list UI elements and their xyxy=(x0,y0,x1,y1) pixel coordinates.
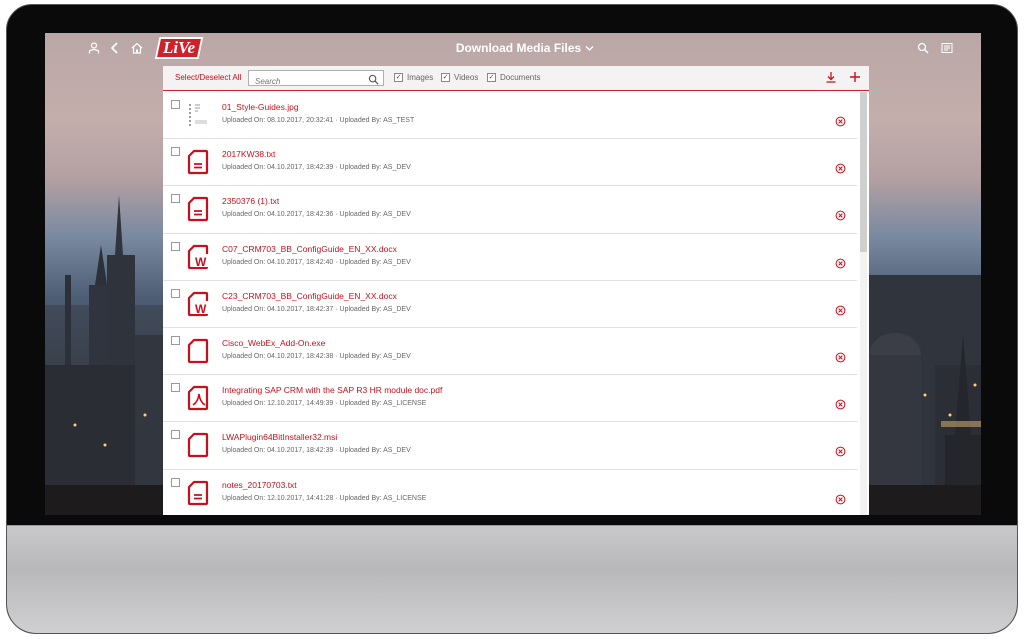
media-files-panel: Select/Deselect All ✓ Images ✓ Videos ✓ Doc… xyxy=(163,66,869,515)
filter-videos-label: Videos xyxy=(454,73,479,82)
panel-toolbar: Select/Deselect All ✓ Images ✓ Videos ✓ Doc… xyxy=(163,66,869,91)
row-checkbox[interactable] xyxy=(171,288,180,298)
delete-icon[interactable] xyxy=(835,208,847,221)
top-bar: LiVe Download Media Files xyxy=(45,33,981,65)
filter-images-label: Images xyxy=(407,73,434,82)
checkbox-documents[interactable]: ✓ xyxy=(487,73,496,82)
file-name[interactable]: Cisco_WebEx_Add-On.exe xyxy=(222,338,325,348)
live-logo: LiVe xyxy=(154,37,204,59)
row-checkbox[interactable] xyxy=(171,335,180,345)
search-input[interactable] xyxy=(249,74,359,89)
svg-text:W: W xyxy=(195,302,207,316)
back-icon[interactable] xyxy=(107,40,123,56)
file-meta: Uploaded On: 04.10.2017, 18:42:40 · Uplo… xyxy=(222,258,411,266)
checkbox-images[interactable]: ✓ xyxy=(394,73,403,82)
file-row[interactable]: Cisco_WebEx_Add-On.exe Uploaded On: 04.10… xyxy=(163,328,857,376)
text-file-icon xyxy=(187,149,215,177)
file-meta: Uploaded On: 12.10.2017, 14:41:28 · Uplo… xyxy=(222,494,427,502)
file-icon xyxy=(187,338,215,366)
file-row[interactable]: 01_Style-Guides.jpg Uploaded On: 08.10.20… xyxy=(163,92,857,140)
monitor-frame: LiVe Download Media Files Select/Deselec… xyxy=(6,4,1018,634)
list-icon[interactable] xyxy=(939,40,955,56)
row-checkbox[interactable] xyxy=(171,147,180,157)
text-file-icon xyxy=(187,196,215,224)
file-name[interactable]: 01_Style-Guides.jpg xyxy=(222,102,299,112)
filter-images[interactable]: ✓ Images xyxy=(394,73,433,82)
pdf-file-icon xyxy=(187,385,215,413)
delete-icon[interactable] xyxy=(835,350,847,363)
row-checkbox[interactable] xyxy=(171,194,180,204)
row-checkbox[interactable] xyxy=(171,477,180,487)
text-file-icon xyxy=(187,480,215,508)
file-name[interactable]: notes_20170703.txt xyxy=(222,480,297,490)
file-name[interactable]: 2350376 (1).txt xyxy=(222,196,279,206)
file-name[interactable]: C23_CRM703_BB_ConfigGuide_EN_XX.docx xyxy=(222,291,397,301)
scrollbar[interactable] xyxy=(860,92,867,515)
file-row[interactable]: W C07_CRM703_BB_ConfigGuide_EN_XX.docx Upl… xyxy=(163,234,857,281)
filter-documents[interactable]: ✓ Documents xyxy=(487,73,540,82)
row-checkbox[interactable] xyxy=(171,430,180,440)
file-meta: Uploaded On: 04.10.2017, 18:42:37 · Uplo… xyxy=(222,305,411,313)
app-screen: LiVe Download Media Files Select/Deselec… xyxy=(45,33,981,515)
select-all-link[interactable]: Select/Deselect All xyxy=(175,73,241,82)
search-box[interactable] xyxy=(248,70,384,89)
chevron-down-icon xyxy=(585,41,594,55)
scroll-thumb[interactable] xyxy=(860,92,867,252)
delete-icon[interactable] xyxy=(835,161,847,174)
delete-icon[interactable] xyxy=(835,303,847,316)
delete-icon[interactable] xyxy=(835,397,847,410)
checkbox-videos[interactable]: ✓ xyxy=(441,73,450,82)
file-icon xyxy=(187,432,215,460)
filter-videos[interactable]: ✓ Videos xyxy=(441,73,478,82)
home-icon[interactable] xyxy=(129,40,145,56)
delete-icon[interactable] xyxy=(835,256,847,268)
file-row[interactable]: W C23_CRM703_BB_ConfigGuide_EN_XX.docx Upl… xyxy=(163,281,857,328)
file-meta: Uploaded On: 04.10.2017, 18:42:36 · Uplo… xyxy=(222,211,411,219)
file-row[interactable]: LWAPlugin64BitInstaller32.msi Uploaded On… xyxy=(163,422,857,470)
row-checkbox[interactable] xyxy=(171,383,180,393)
page-title-text: Download Media Files xyxy=(455,41,582,55)
filter-documents-label: Documents xyxy=(500,73,541,82)
plus-icon[interactable] xyxy=(849,70,861,87)
page-title[interactable]: Download Media Files xyxy=(425,41,625,55)
row-checkbox[interactable] xyxy=(171,100,180,109)
file-row[interactable]: 2350376 (1).txt Uploaded On: 04.10.2017, … xyxy=(163,186,857,234)
monitor-chin xyxy=(7,525,1017,633)
file-row[interactable]: 2017KW38.txt Uploaded On: 04.10.2017, 18:… xyxy=(163,139,857,187)
search-icon[interactable] xyxy=(915,40,931,56)
file-meta: Uploaded On: 04.10.2017, 18:42:38 · Uplo… xyxy=(222,352,411,360)
delete-icon[interactable] xyxy=(835,444,847,457)
file-name[interactable]: Integrating SAP CRM with the SAP R3 HR m… xyxy=(222,385,442,395)
file-name[interactable]: 2017KW38.txt xyxy=(222,149,275,159)
file-row[interactable]: Integrating SAP CRM with the SAP R3 HR m… xyxy=(163,375,857,423)
file-name[interactable]: C07_CRM703_BB_ConfigGuide_EN_XX.docx xyxy=(222,244,397,254)
user-icon[interactable] xyxy=(86,40,102,56)
file-meta: Uploaded On: 04.10.2017, 18:42:39 · Uplo… xyxy=(222,164,411,172)
download-icon[interactable] xyxy=(825,70,837,87)
image-file-icon xyxy=(187,102,215,130)
svg-text:W: W xyxy=(195,255,207,269)
delete-icon[interactable] xyxy=(835,114,847,127)
file-meta: Uploaded On: 12.10.2017, 14:49:39 · Uplo… xyxy=(222,400,427,408)
file-name[interactable]: LWAPlugin64BitInstaller32.msi xyxy=(222,432,337,442)
word-file-icon: W xyxy=(187,244,215,272)
file-list: 01_Style-Guides.jpg Uploaded On: 08.10.20… xyxy=(163,92,857,515)
file-meta: Uploaded On: 04.10.2017, 18:42:39 · Uplo… xyxy=(222,447,411,455)
delete-icon[interactable] xyxy=(835,492,847,504)
search-icon[interactable] xyxy=(368,72,380,85)
file-meta: Uploaded On: 08.10.2017, 20:32:41 · Uplo… xyxy=(222,117,415,124)
word-file-icon: W xyxy=(187,291,215,319)
row-checkbox[interactable] xyxy=(171,241,180,251)
file-row[interactable]: notes_20170703.txt Uploaded On: 12.10.201… xyxy=(163,470,857,516)
